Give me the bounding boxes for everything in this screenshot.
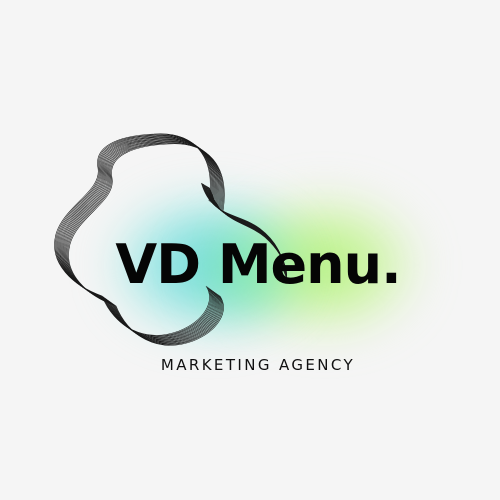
tagline: MARKETING AGENCY <box>160 356 356 374</box>
brand-name: VD Menu. <box>115 233 401 296</box>
logo: VD Menu. MARKETING AGENCY <box>0 0 500 500</box>
